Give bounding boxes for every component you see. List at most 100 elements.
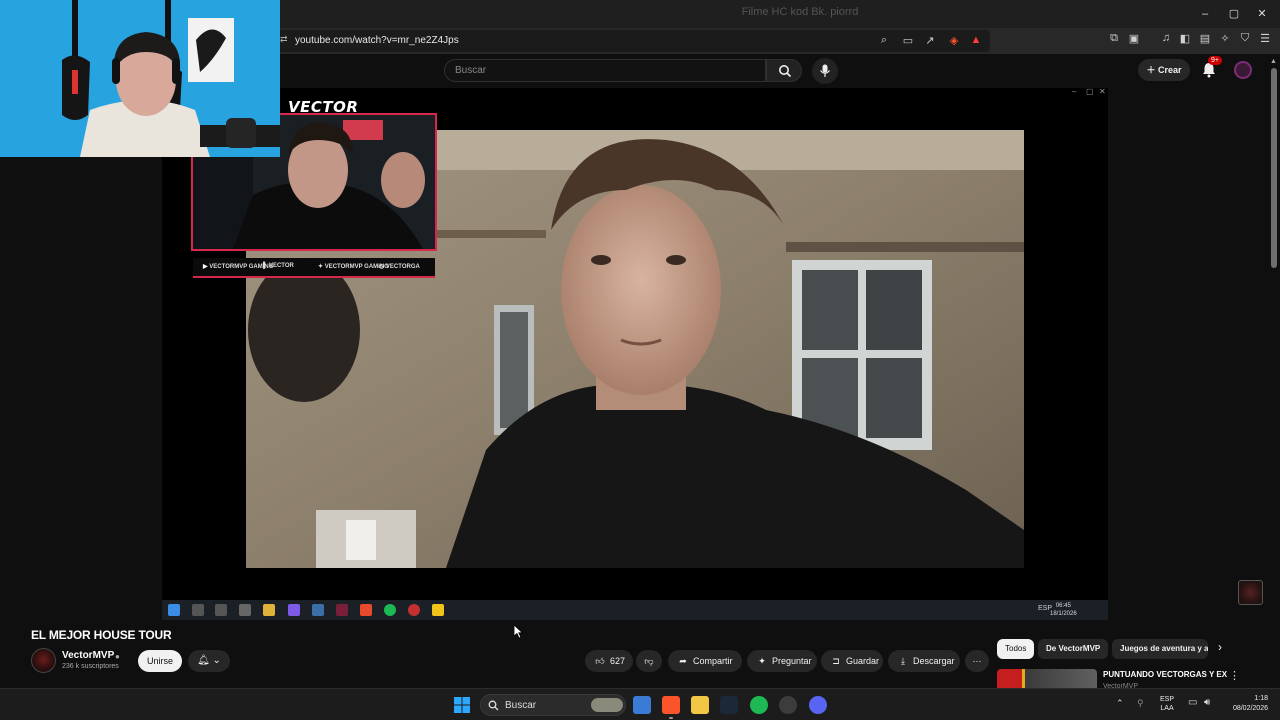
dislike-button[interactable]: 👎︎: [636, 650, 662, 672]
cast-icon[interactable]: ▭: [900, 34, 916, 47]
account-avatar[interactable]: [1234, 61, 1252, 79]
inner-taskview-icon: [215, 604, 227, 616]
tray-overflow-icon[interactable]: ⌃: [1116, 698, 1124, 709]
scroll-up-icon[interactable]: ▲: [1270, 58, 1277, 65]
close-icon[interactable]: ✕: [1253, 5, 1271, 23]
tray-network-icon[interactable]: ▭: [1188, 697, 1197, 708]
chevron-down-icon: ⌄: [212, 655, 221, 666]
inner-search-icon: [192, 604, 204, 616]
extensions-icon[interactable]: ⧉: [1106, 32, 1122, 45]
inner-maximize-icon: ▢: [1086, 87, 1094, 96]
chip-all[interactable]: Todos: [997, 639, 1035, 659]
music-icon[interactable]: ♫: [1158, 32, 1174, 44]
share-button[interactable]: ➦ Compartir: [668, 650, 742, 672]
thumbs-up-icon: 👍︎: [595, 656, 605, 666]
chevron-right-icon[interactable]: ›: [1218, 640, 1222, 654]
taskbar-search-label: Buscar: [505, 700, 537, 711]
reactor-webcam: [0, 0, 280, 157]
taskbar-search-input[interactable]: Buscar: [480, 694, 626, 716]
like-button[interactable]: 👍︎ 627: [585, 650, 633, 672]
search-highlight-icon: [591, 698, 623, 712]
twitter-icon: ✦: [318, 264, 324, 270]
vpn-icon[interactable]: ⛉: [1237, 32, 1253, 45]
chip-from-channel[interactable]: De VectorMVP: [1038, 639, 1109, 659]
recommended-menu-icon[interactable]: ⋮: [1229, 669, 1240, 682]
inner-taskbar: ESP 06:45 18/1/2026: [162, 600, 1108, 620]
page-scrollbar[interactable]: [1271, 68, 1277, 268]
create-button[interactable]: ＋ Crear: [1138, 59, 1190, 81]
join-button[interactable]: Unirse: [138, 650, 182, 672]
taskbar-app-icon[interactable]: [779, 696, 797, 714]
search-button[interactable]: [766, 59, 802, 82]
inner-brave-icon: [360, 604, 372, 616]
mini-avatar[interactable]: [1238, 580, 1263, 605]
inner-app2-icon: [408, 604, 420, 616]
windows-start-icon[interactable]: [454, 697, 470, 713]
language-indicator[interactable]: ESP LAA: [1160, 695, 1174, 713]
minimize-icon[interactable]: –: [1196, 5, 1214, 23]
menu-icon[interactable]: ☰: [1257, 32, 1273, 45]
sidebar-icon[interactable]: ◧: [1177, 32, 1193, 45]
taskbar-explorer-icon[interactable]: [691, 696, 709, 714]
tray-mic-icon[interactable]: ⚲: [1137, 698, 1144, 709]
tab-icon[interactable]: ▤: [1197, 32, 1213, 45]
channel-avatar[interactable]: [31, 648, 56, 673]
site-info-icon[interactable]: ⇄: [280, 34, 288, 45]
leo-ai-icon[interactable]: ✧: [1217, 32, 1233, 45]
share-icon[interactable]: ↗: [922, 34, 938, 47]
channel-name[interactable]: VectorMVP: [62, 650, 114, 661]
zoom-icon[interactable]: ⌕: [876, 34, 892, 47]
search-placeholder: Buscar: [455, 65, 487, 76]
verified-icon: ●: [115, 652, 120, 661]
inner-obs-icon: [336, 604, 348, 616]
maximize-icon[interactable]: ▢: [1225, 5, 1243, 23]
webcam-image: [0, 0, 280, 157]
os-taskbar: Buscar ⌃ ⚲ ▭ 🔊︎: [0, 688, 1280, 720]
save-button[interactable]: ⊐ Guardar: [821, 650, 883, 672]
subscriber-count: 236 k suscriptores: [62, 663, 119, 670]
youtube-icon: ▶: [203, 264, 208, 270]
window-title: Filme HC kod Bk. piorrd: [741, 6, 859, 18]
mouse-cursor-icon: [514, 625, 524, 639]
download-icon: ⤓: [901, 656, 905, 666]
taskbar-discord-icon[interactable]: [809, 696, 827, 714]
download-label: Descargar: [913, 656, 955, 666]
voice-search-button[interactable]: [812, 58, 838, 84]
subscription-bell-button[interactable]: 🔔︎ ⌄: [188, 650, 230, 672]
more-actions-button[interactable]: ⋯: [965, 650, 989, 672]
taskbar-brave-icon[interactable]: [662, 696, 680, 714]
social-twitch-label: VECTOR: [268, 263, 294, 269]
share-label: Compartir: [693, 656, 733, 666]
taskbar-desktop-icon[interactable]: [633, 696, 651, 714]
sparkle-icon: ✦: [758, 656, 766, 666]
ask-button[interactable]: ✦ Preguntar: [747, 650, 817, 672]
download-button[interactable]: ⤓ Descargar: [888, 650, 960, 672]
notification-badge: 9+: [1208, 56, 1222, 65]
lang-code: ESP: [1160, 696, 1175, 703]
taskbar-spotify-icon[interactable]: [750, 696, 768, 714]
create-label: Crear: [1158, 65, 1182, 75]
chip-adventure-games[interactable]: Juegos de aventura y a: [1112, 639, 1208, 659]
inner-clock: 06:45 18/1/2026: [1050, 602, 1077, 618]
taskbar-clock[interactable]: 1:18 08/02/2026: [1226, 694, 1268, 714]
video-title: EL MEJOR HOUSE TOUR: [31, 628, 172, 642]
url-field[interactable]: ⇄ youtube.com/watch?v=mr_ne2Z4Jps ⌕ ▭ ↗ …: [276, 30, 990, 52]
search-icon: [779, 65, 792, 78]
recommended-title[interactable]: PUNTUANDO VECTORGAS Y EX: [1103, 670, 1227, 679]
taskbar-steam-icon[interactable]: [720, 696, 738, 714]
inner-spotify-icon: [384, 604, 396, 616]
wallet-icon[interactable]: ▣: [1126, 32, 1142, 45]
inner-close-icon: ✕: [1099, 87, 1106, 96]
ask-label: Preguntar: [772, 656, 812, 666]
search-input[interactable]: Buscar: [444, 59, 766, 82]
clock-time: 1:18: [1254, 695, 1268, 702]
brave-rewards-icon[interactable]: ▲: [968, 34, 984, 46]
inner-app3-icon: [432, 604, 444, 616]
twitch-social: ▌ VECTOR: [263, 263, 294, 269]
inner-window-controls: – ▢ ✕: [162, 87, 1108, 98]
share-arrow-icon: ➦: [679, 656, 687, 666]
tray-volume-icon[interactable]: 🔊︎: [1204, 697, 1210, 708]
brave-shields-icon[interactable]: ◈: [946, 34, 962, 47]
url-text: youtube.com/watch?v=mr_ne2Z4Jps: [295, 35, 459, 46]
inner-steam-icon: [312, 604, 324, 616]
